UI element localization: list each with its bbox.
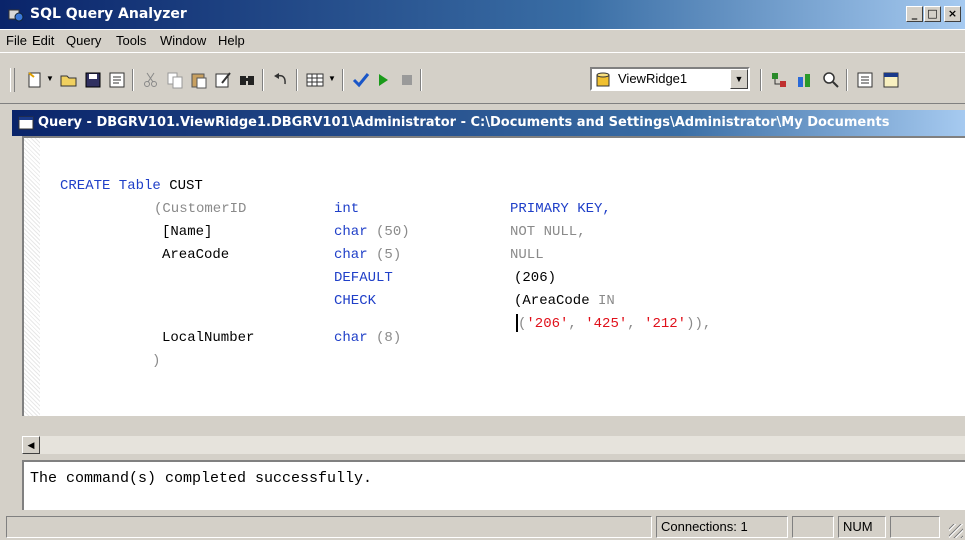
horizontal-scrollbar[interactable]: ◀ (22, 436, 965, 454)
save-icon[interactable] (82, 67, 104, 91)
clear-window-icon[interactable] (212, 67, 234, 91)
menu-query[interactable]: Query (66, 30, 101, 52)
results-message: The command(s) completed successfully. (30, 470, 373, 487)
query-window: Query - DBGRV101.ViewRidge1.DBGRV101\Adm… (12, 110, 965, 512)
app-title-bar[interactable]: SQL Query Analyzer _ □ × (0, 0, 965, 30)
status-num: NUM (838, 516, 886, 538)
code-check-clause: (AreaCode IN (514, 293, 615, 309)
status-connections: Connections: 1 (656, 516, 788, 538)
parse-icon[interactable] (350, 67, 372, 91)
maximize-button[interactable]: □ (924, 6, 941, 22)
code-check-values: ('206', '425', '212')), (518, 316, 712, 332)
database-value: ViewRidge1 (618, 71, 688, 86)
query-editor[interactable]: CREATE Table CUST (CustomerID [Name] Are… (22, 136, 965, 416)
code-line-create: CREATE Table CUST (60, 178, 203, 194)
toolbar-separator (420, 69, 422, 91)
app-title: SQL Query Analyzer (30, 6, 187, 22)
toolbar-separator (342, 69, 344, 91)
code-close-paren: ) (152, 353, 161, 369)
status-pane-extra (890, 516, 940, 538)
code-col-localnumber: LocalNumber (162, 330, 255, 346)
properties-icon[interactable] (854, 67, 876, 91)
code-type-char5: char (5) (334, 247, 402, 263)
open-icon[interactable] (58, 67, 80, 91)
toolbar: ▼ ▼ ViewRidge1 ▼ (0, 52, 965, 104)
toolbar-separator (760, 69, 762, 91)
status-main-pane (6, 516, 652, 538)
app-icon (8, 9, 24, 22)
paste-icon[interactable] (188, 67, 210, 91)
show-results-pane-icon[interactable] (880, 67, 902, 91)
toolbar-separator (846, 69, 848, 91)
new-query-icon[interactable] (24, 67, 46, 91)
menu-edit[interactable]: Edit (32, 30, 54, 52)
status-pane-blank (792, 516, 834, 538)
code-not-null: NOT NULL, (510, 224, 586, 240)
code-default-value: (206) (514, 270, 557, 286)
show-plan-icon[interactable] (820, 67, 842, 91)
copy-icon[interactable] (164, 67, 186, 91)
menu-file[interactable]: File (6, 30, 27, 52)
code-col-customerid: (CustomerID (154, 201, 247, 217)
menu-help[interactable]: Help (218, 30, 245, 52)
code-type-char50: char (50) (334, 224, 410, 240)
find-icon[interactable] (236, 67, 258, 91)
query-window-body: CREATE Table CUST (CustomerID [Name] Are… (12, 136, 965, 512)
minimize-button[interactable]: _ (906, 6, 923, 22)
undo-icon[interactable] (270, 67, 292, 91)
code-col-areacode: AreaCode (162, 247, 230, 263)
code-check: CHECK (334, 293, 377, 309)
new-query-dropdown-icon[interactable]: ▼ (46, 67, 56, 91)
editor-gutter (24, 138, 40, 416)
toolbar-separator (296, 69, 298, 91)
resize-grip-icon[interactable] (949, 524, 963, 538)
database-select[interactable]: ViewRidge1 ▼ (590, 67, 750, 91)
object-browser-icon[interactable] (768, 67, 790, 91)
toolbar-grip[interactable] (10, 68, 15, 92)
close-button[interactable]: × (944, 6, 961, 22)
cut-icon[interactable] (140, 67, 162, 91)
query-window-title-bar[interactable]: Query - DBGRV101.ViewRidge1.DBGRV101\Adm… (12, 110, 965, 136)
scroll-left-button[interactable]: ◀ (22, 436, 40, 454)
results-pane[interactable]: The command(s) completed successfully. (22, 460, 965, 510)
query-window-title: Query - DBGRV101.ViewRidge1.DBGRV101\Adm… (38, 115, 890, 130)
toolbar-separator (132, 69, 134, 91)
load-script-icon[interactable] (106, 67, 128, 91)
execute-icon[interactable] (372, 67, 394, 91)
code-type-char8: char (8) (334, 330, 402, 346)
code-col-name: [Name] (162, 224, 213, 240)
menu-bar: File Edit Query Tools Window Help (0, 30, 965, 52)
stop-icon[interactable] (396, 67, 418, 91)
query-window-icon (18, 116, 34, 130)
status-bar: Connections: 1 NUM (0, 514, 965, 540)
database-dropdown-button[interactable]: ▼ (730, 69, 748, 89)
toolbar-separator (262, 69, 264, 91)
code-default: DEFAULT (334, 270, 393, 286)
results-mode-dropdown-icon[interactable]: ▼ (328, 67, 338, 91)
menu-tools[interactable]: Tools (116, 30, 146, 52)
menu-window[interactable]: Window (160, 30, 206, 52)
results-mode-icon[interactable] (304, 67, 326, 91)
code-null: NULL (510, 247, 544, 263)
code-type-int: int (334, 201, 360, 217)
code-primary-key: PRIMARY KEY, (510, 201, 611, 217)
database-icon (596, 72, 610, 87)
object-search-icon[interactable] (794, 67, 816, 91)
